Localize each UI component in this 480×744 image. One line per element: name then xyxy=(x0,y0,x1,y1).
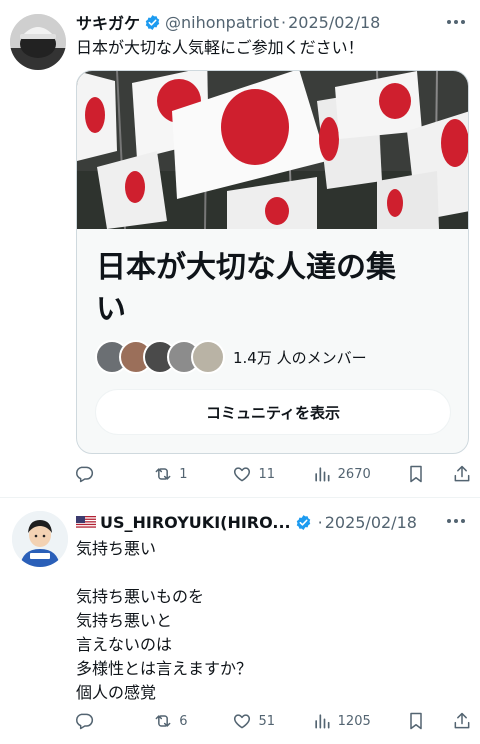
repost-count: 6 xyxy=(179,713,188,729)
community-members[interactable]: 1.4万 人のメンバー xyxy=(95,339,367,375)
bookmark-button[interactable] xyxy=(406,711,426,731)
views-chart-icon xyxy=(314,467,330,482)
view-count: 2670 xyxy=(337,466,371,482)
community-card[interactable]: 日本が大切な人達の集い 1.4万 人のメンバー コミュニティを表示 xyxy=(76,70,469,454)
community-banner-image xyxy=(77,71,468,229)
like-count: 51 xyxy=(258,713,275,729)
reply-button[interactable] xyxy=(74,464,118,484)
repost-button[interactable]: 1 xyxy=(153,464,197,484)
tweet-text: 日本が大切な人気軽にご参加ください！ xyxy=(76,38,364,57)
repost-icon xyxy=(155,468,171,480)
more-options-icon[interactable] xyxy=(444,12,468,32)
bookmark-button[interactable] xyxy=(406,464,426,484)
like-button[interactable]: 11 xyxy=(232,464,276,484)
repost-icon xyxy=(155,715,171,727)
avatar[interactable] xyxy=(10,14,66,70)
separator: · xyxy=(281,12,287,32)
tweet-header: サキガケ @nihonpatriot · 2025/02/18 xyxy=(76,11,440,34)
tweet-text: 気持ち悪い 気持ち悪いものを 気持ち悪いと 言えないのは 多様性とは言えますか？… xyxy=(76,539,253,702)
share-button[interactable] xyxy=(452,464,472,484)
views-button[interactable]: 1205 xyxy=(312,711,371,731)
heart-icon xyxy=(234,467,251,482)
views-button[interactable]: 2670 xyxy=(312,464,371,484)
heart-icon xyxy=(234,714,251,729)
display-name[interactable]: US_HIROYUKI(HIRO... xyxy=(100,513,291,532)
reply-icon xyxy=(76,466,94,483)
bookmark-icon xyxy=(410,465,422,483)
avatar[interactable] xyxy=(12,511,68,567)
tweet[interactable]: サキガケ @nihonpatriot · 2025/02/18 日本が大切な人気… xyxy=(0,0,480,498)
share-icon xyxy=(454,712,470,729)
repost-count: 1 xyxy=(179,466,188,482)
more-options-icon[interactable] xyxy=(444,511,468,531)
verified-badge-icon xyxy=(145,14,160,30)
like-button[interactable]: 51 xyxy=(232,711,276,731)
user-avatar-image xyxy=(10,14,66,70)
separator: · xyxy=(317,512,323,532)
member-count: 1.4万 人のメンバー xyxy=(233,348,367,367)
reply-button[interactable] xyxy=(74,711,118,731)
tweet-date[interactable]: 2025/02/18 xyxy=(325,513,417,532)
tweet[interactable]: US_HIROYUKI(HIRO... · 2025/02/18 気持ち悪い 気… xyxy=(0,499,480,744)
bookmark-icon xyxy=(410,712,422,730)
like-count: 11 xyxy=(258,466,275,482)
share-button[interactable] xyxy=(452,711,472,731)
member-avatar xyxy=(191,340,225,374)
community-title[interactable]: 日本が大切な人達の集い xyxy=(96,247,416,331)
tweet-actions: 1 11 2670 xyxy=(74,462,472,486)
us-flag-icon xyxy=(76,515,96,529)
tweet-date[interactable]: 2025/02/18 xyxy=(288,13,380,32)
views-chart-icon xyxy=(314,714,330,729)
user-handle[interactable]: @nihonpatriot xyxy=(165,13,279,32)
tweet-header: US_HIROYUKI(HIRO... · 2025/02/18 xyxy=(76,511,440,533)
verified-badge-icon xyxy=(296,514,310,530)
tweet-actions: 6 51 1205 xyxy=(74,709,472,733)
display-name[interactable]: サキガケ xyxy=(76,11,140,33)
share-icon xyxy=(454,465,470,482)
repost-button[interactable]: 6 xyxy=(153,711,197,731)
view-count: 1205 xyxy=(337,713,371,729)
user-avatar-image xyxy=(12,511,68,567)
view-community-button[interactable]: コミュニティを表示 xyxy=(95,389,451,435)
reply-icon xyxy=(76,713,94,730)
